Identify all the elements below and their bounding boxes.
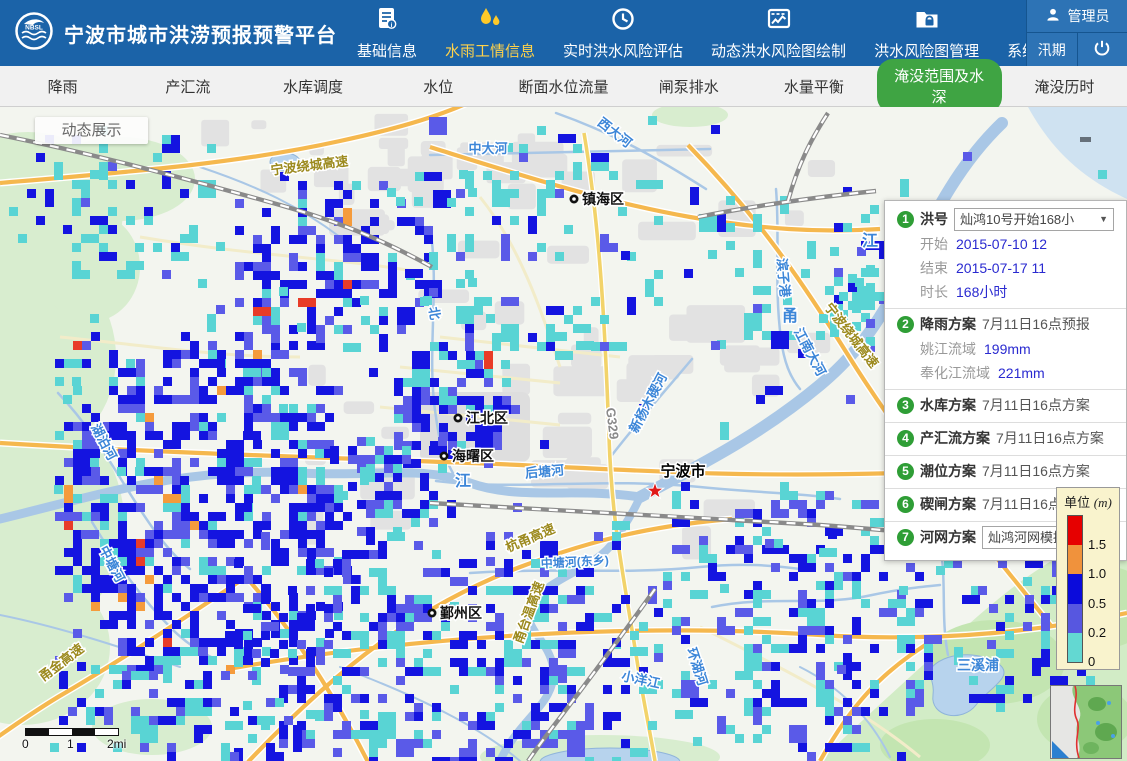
legend-tick: 0.2: [1088, 625, 1106, 640]
user-icon: [1045, 7, 1061, 26]
legend-tick: 0: [1088, 654, 1095, 669]
step-badge: 4: [897, 430, 914, 447]
main-nav: i 基础信息 水雨工情信息 实时洪水风险评估: [357, 6, 1067, 61]
step-badge: 7: [897, 529, 914, 546]
panel-section-2: 2 降雨方案7月11日16点预报姚江流域199mm奉化江流域221mm: [885, 308, 1126, 389]
nav-item-basic-info[interactable]: i 基础信息: [357, 6, 417, 61]
section-title: 降雨方案: [920, 312, 976, 337]
tab-water-level[interactable]: 水位: [376, 70, 501, 103]
step-badge: 2: [897, 316, 914, 333]
clock-icon: [611, 6, 635, 36]
nav-item-water-rain-info[interactable]: 水雨工情信息: [445, 6, 535, 61]
legend-tick: 1.0: [1088, 566, 1106, 581]
tab-reservoir-dispatch[interactable]: 水库调度: [250, 70, 375, 103]
depth-legend: 单位 (m) 1.5 1.0 0.5 0.2 0: [1056, 487, 1120, 670]
panel-section-5: 5 潮位方案7月11日16点方案: [885, 455, 1126, 488]
section-value: 7月11日16点方案: [982, 393, 1090, 418]
info-doc-icon: i: [375, 6, 399, 36]
user-menu[interactable]: 管理员: [1027, 0, 1127, 33]
sub-nav: 降雨 产汇流 水库调度 水位 断面水位流量 闸泵排水 水量平衡 淹没范围及水深 …: [0, 66, 1127, 107]
map-label: 三溪浦: [957, 657, 999, 673]
water-drops-icon: [477, 6, 503, 36]
section-title: 洪号: [920, 207, 948, 232]
panel-row: 开始2015-07-10 12: [897, 232, 1114, 256]
tab-runoff[interactable]: 产汇流: [125, 70, 250, 103]
map-label: 江北区: [466, 410, 508, 426]
nav-item-label: 动态洪水风险图绘制: [711, 40, 846, 61]
map-label: 鄞州区: [440, 605, 482, 621]
section-title: 水库方案: [920, 393, 976, 418]
tab-inundation-duration[interactable]: 淹没历时: [1002, 70, 1127, 103]
section-value: 7月11日16点方案: [982, 459, 1090, 484]
chevron-down-icon: ▼: [1099, 208, 1108, 231]
user-block: 管理员 汛期: [1026, 0, 1127, 66]
folder-lock-icon: [914, 6, 940, 36]
nav-item-label: 水雨工情信息: [445, 40, 535, 61]
scale-bar-segments: [25, 728, 119, 736]
dynamic-display-button[interactable]: 动态展示: [35, 117, 148, 144]
panel-row: 时长168小时: [897, 280, 1114, 304]
map-scale-bar: 0 1 2mi: [25, 728, 119, 751]
section-title: 潮位方案: [920, 459, 976, 484]
section-title: 碶闸方案: [920, 492, 976, 517]
nav-item-realtime-risk[interactable]: 实时洪水风险评估: [563, 6, 683, 61]
step-badge: 3: [897, 397, 914, 414]
nav-item-dynamic-riskmap[interactable]: 动态洪水风险图绘制: [711, 6, 846, 61]
power-icon: [1093, 39, 1111, 60]
nav-item-label: 洪水风险图管理: [874, 40, 979, 61]
flood-event-select[interactable]: 灿鸿10号开始168小▼: [954, 208, 1114, 231]
flood-period-button[interactable]: 汛期: [1027, 33, 1077, 66]
map-canvas[interactable]: 中大河西大河北滨子港新杨木碶河后塘河江甬江江南大河湖泊河中塘河中塘河(东乡)小洋…: [0, 107, 1127, 761]
panel-row: 姚江流域199mm: [897, 337, 1114, 361]
section-title: 产汇流方案: [920, 426, 990, 451]
section-title: 河网方案: [920, 525, 976, 550]
step-badge: 1: [897, 211, 914, 228]
map-label: 海曙区: [452, 448, 494, 464]
panel-row: 结束2015-07-17 11: [897, 256, 1114, 280]
map-label: 西大河: [595, 115, 635, 151]
legend-tick: 1.5: [1088, 537, 1106, 552]
section-value: 7月11日16点方案: [996, 426, 1104, 451]
logout-button[interactable]: [1077, 33, 1127, 66]
legend-tick: 0.5: [1088, 596, 1106, 611]
map-label: 甬: [782, 307, 798, 325]
user-name: 管理员: [1068, 6, 1110, 26]
legend-colorbar: [1067, 515, 1083, 663]
tab-inundation-extent-depth[interactable]: 淹没范围及水深: [877, 59, 1002, 113]
svg-text:NBSL: NBSL: [25, 24, 43, 31]
panel-row: 奉化江流域221mm: [897, 361, 1114, 385]
map-label: 中大河: [468, 141, 507, 156]
section-value: 7月11日16点预报: [982, 312, 1090, 337]
panel-section-3: 3 水库方案7月11日16点方案: [885, 389, 1126, 422]
map-label: G329: [603, 407, 622, 440]
map-label: 镇海区: [582, 191, 624, 207]
map-label: 江: [455, 472, 471, 490]
legend-title: 单位 (m): [1057, 492, 1119, 511]
nav-item-label: 实时洪水风险评估: [563, 40, 683, 61]
map-label: 江: [862, 232, 878, 250]
chart-draw-icon: [766, 6, 792, 36]
panel-section-1: 1 洪号灿鸿10号开始168小▼开始2015-07-10 12结束2015-07-…: [885, 204, 1126, 308]
step-badge: 6: [897, 496, 914, 513]
overview-minimap[interactable]: [1050, 685, 1122, 759]
panel-section-4: 4 产汇流方案7月11日16点方案: [885, 422, 1126, 455]
tab-water-balance[interactable]: 水量平衡: [751, 70, 876, 103]
tab-rainfall[interactable]: 降雨: [0, 70, 125, 103]
tab-gate-pump[interactable]: 闸泵排水: [626, 70, 751, 103]
step-badge: 5: [897, 463, 914, 480]
nav-item-riskmap-manage[interactable]: 洪水风险图管理: [874, 6, 979, 61]
tab-section-flow[interactable]: 断面水位流量: [501, 70, 626, 103]
map-label: 北: [426, 306, 443, 321]
page-title: 宁波市城市洪涝预报预警平台: [64, 19, 337, 48]
nav-item-label: 基础信息: [357, 40, 417, 61]
map-label: 宁波市: [660, 462, 705, 480]
app-logo-icon: NBSL: [14, 11, 54, 56]
svg-text:i: i: [391, 22, 393, 29]
app-header: NBSL 宁波市城市洪涝预报预警平台 i 基础信息 水雨工情: [0, 0, 1127, 66]
